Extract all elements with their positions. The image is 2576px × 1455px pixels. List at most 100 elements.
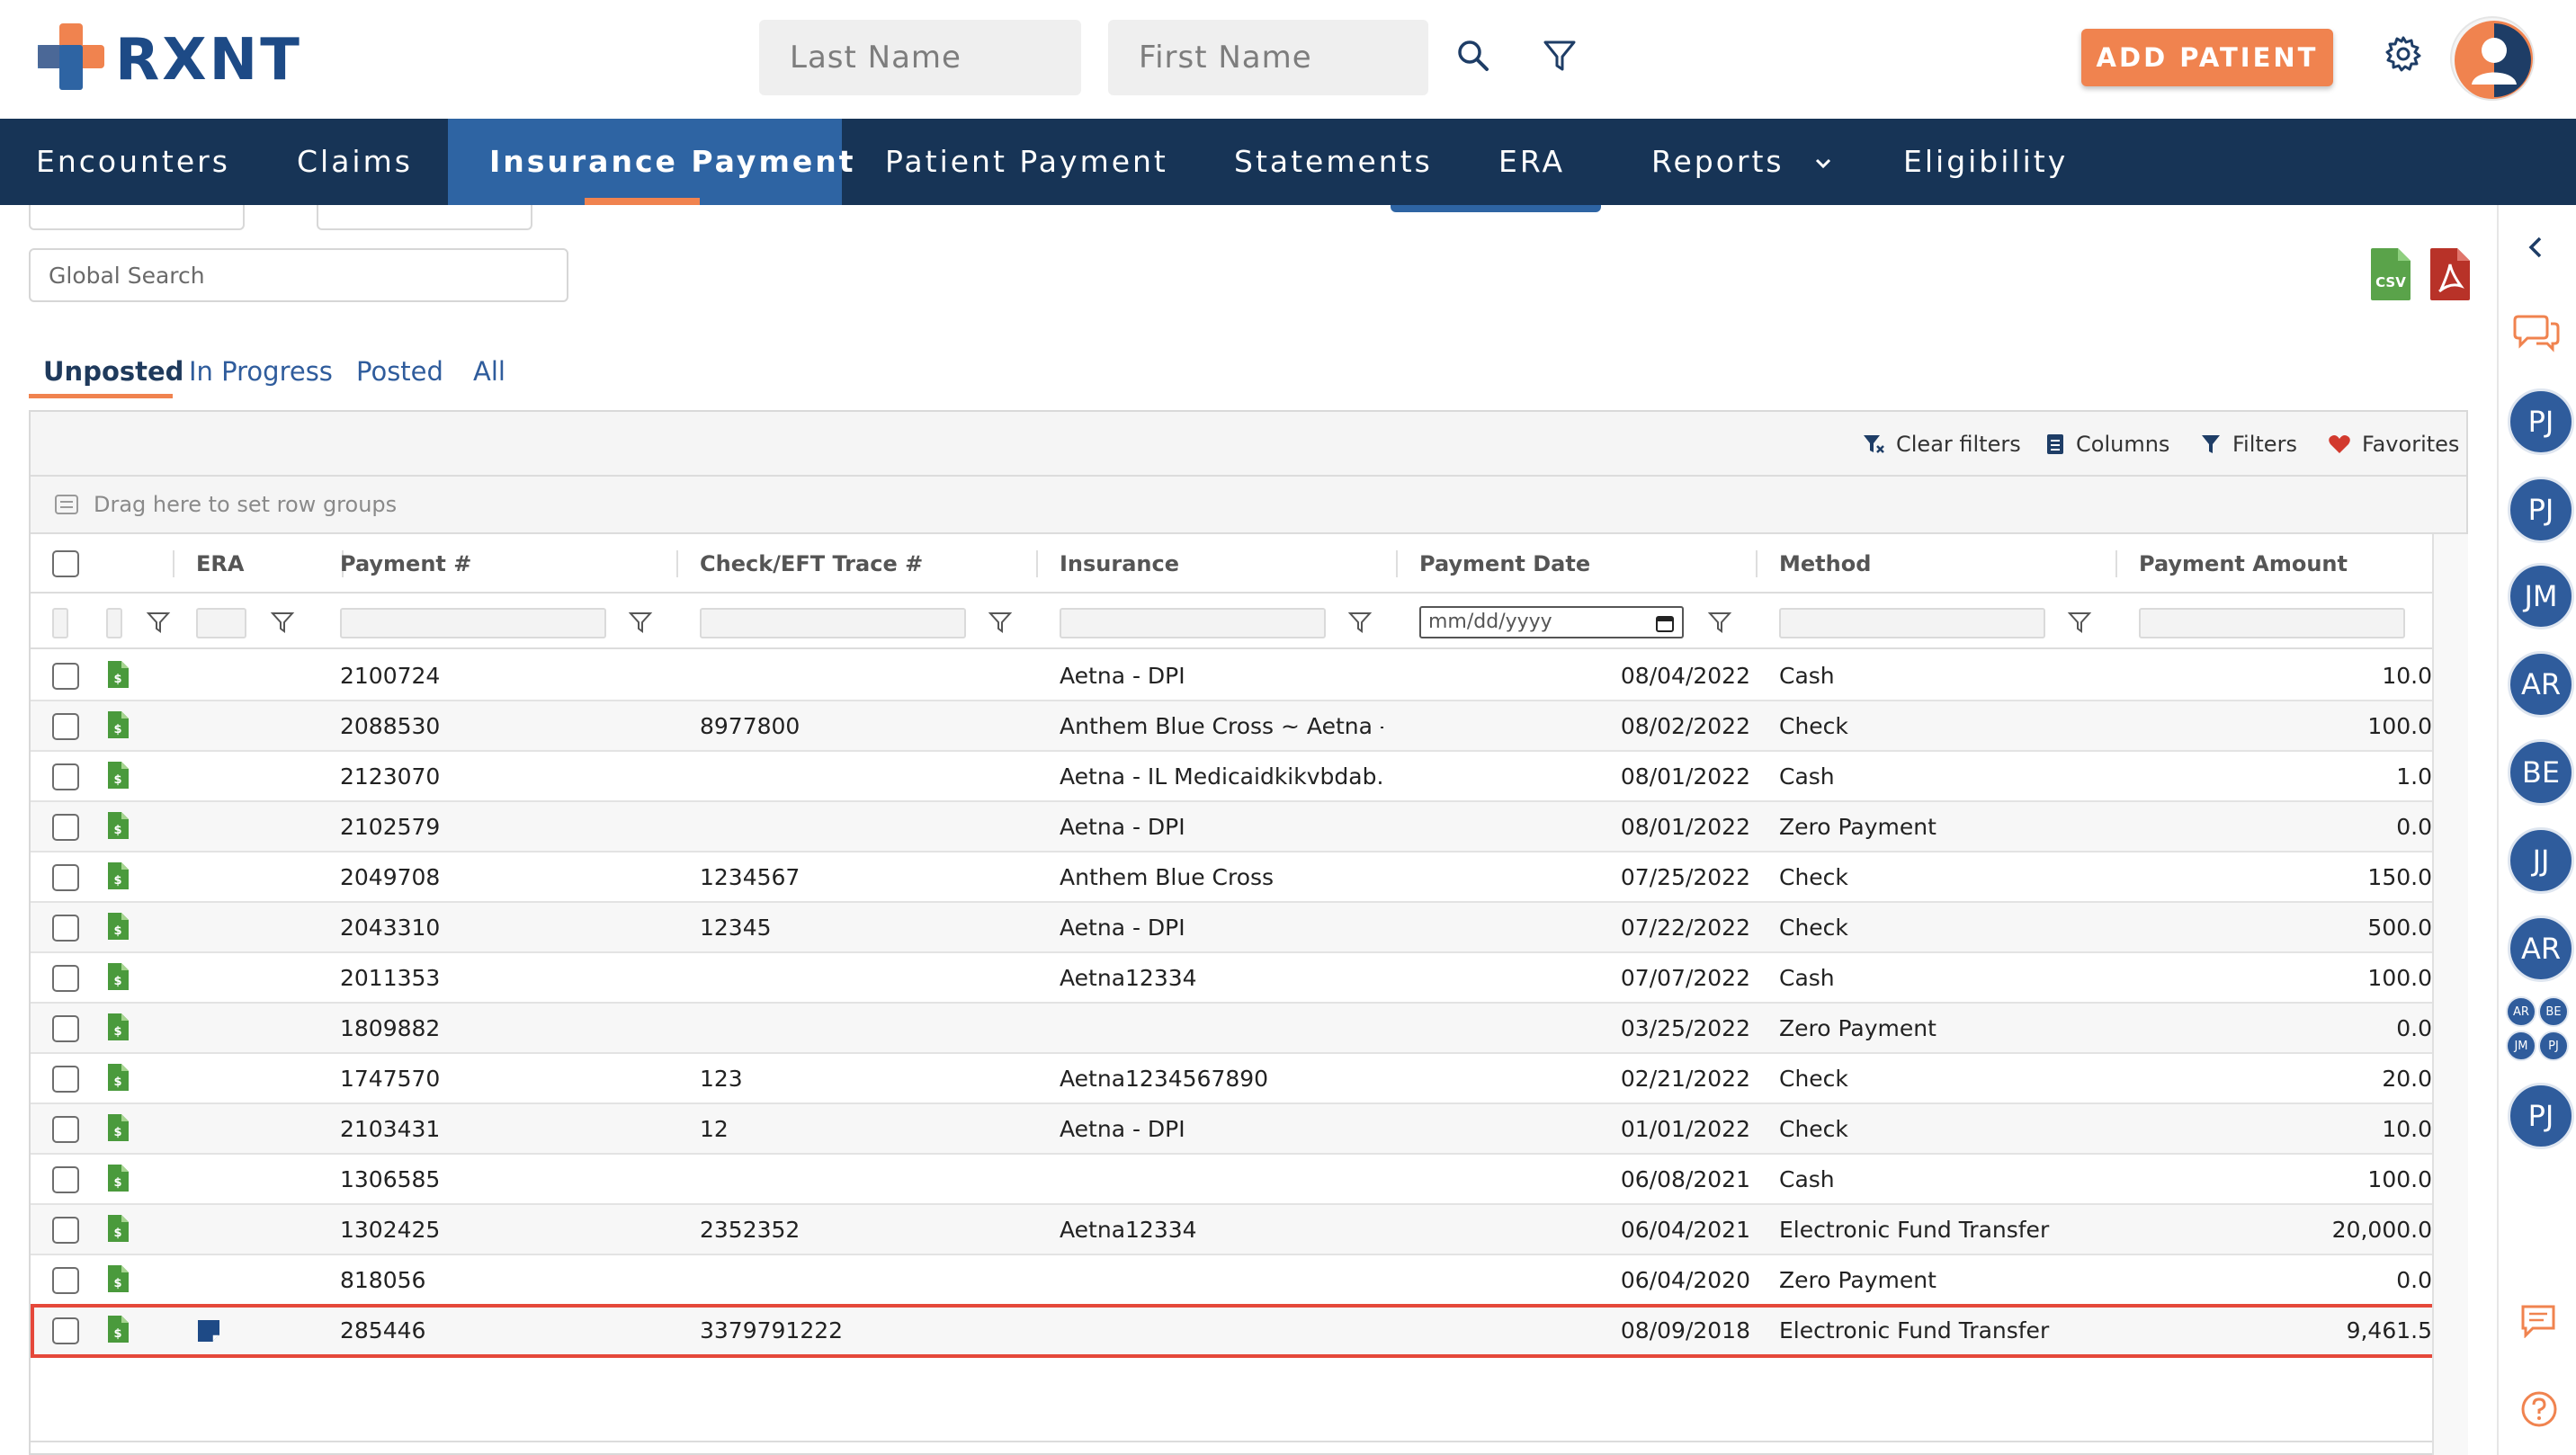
nav-claims[interactable]: Claims xyxy=(297,119,413,205)
method-filter-input[interactable] xyxy=(1779,608,2045,638)
table-row[interactable]: $2123070 Aetna - IL Medicaidkikvbdab... 08… xyxy=(31,752,2432,802)
table-row[interactable]: $2103431 12 Aetna - DPI 01/01/2022 Check 10.0 xyxy=(31,1104,2432,1155)
nav-patient-payment[interactable]: Patient Payment xyxy=(885,119,1168,205)
table-row[interactable]: $818056 06/04/2020 Zero Payment 0.0 xyxy=(31,1255,2432,1306)
payment-document-icon[interactable]: $ xyxy=(106,811,130,840)
column-filter-icon[interactable] xyxy=(270,610,295,635)
payment-document-icon[interactable]: $ xyxy=(106,1164,130,1192)
select-all-checkbox[interactable] xyxy=(52,550,79,577)
rxnt-logo[interactable]: RXNT xyxy=(38,23,308,95)
payment-document-icon[interactable]: $ xyxy=(106,761,130,790)
user-presence-avatar[interactable]: JM xyxy=(2508,563,2574,629)
table-row[interactable]: $2088530 8977800 Anthem Blue Cross ~ Aetna… xyxy=(31,701,2432,752)
payment-document-icon[interactable]: $ xyxy=(106,861,130,890)
checkbox-col-filter[interactable] xyxy=(52,608,68,638)
payment-document-icon[interactable]: $ xyxy=(106,660,130,689)
row-checkbox[interactable] xyxy=(52,965,79,992)
nav-encounters[interactable]: Encounters xyxy=(36,119,230,205)
search-button-stub[interactable] xyxy=(1391,205,1601,212)
payment-document-icon[interactable]: $ xyxy=(106,1113,130,1142)
clear-filters-button[interactable]: Clear filters xyxy=(1862,412,2021,477)
user-presence-avatar[interactable]: PJ xyxy=(2508,388,2574,455)
table-row[interactable]: $2043310 12345 Aetna - DPI 07/22/2022 Check 5… xyxy=(31,903,2432,953)
row-checkbox[interactable] xyxy=(52,1166,79,1193)
mini-presence-avatar[interactable]: BE xyxy=(2538,996,2569,1027)
row-checkbox[interactable] xyxy=(52,814,79,841)
nav-era[interactable]: ERA xyxy=(1498,119,1565,205)
global-search-input[interactable] xyxy=(29,248,568,302)
row-checkbox[interactable] xyxy=(52,1317,79,1344)
mini-presence-avatar[interactable]: AR xyxy=(2506,996,2536,1027)
column-filter-icon[interactable] xyxy=(988,610,1013,635)
col-insurance-header[interactable]: Insurance xyxy=(1060,534,1179,594)
doc-col-filter[interactable] xyxy=(106,608,122,638)
user-presence-avatar[interactable]: AR xyxy=(2508,651,2574,718)
payment-date-filter-input[interactable]: mm/dd/yyyy xyxy=(1419,606,1684,638)
row-checkbox[interactable] xyxy=(52,864,79,891)
row-checkbox[interactable] xyxy=(52,1015,79,1042)
check-trace-filter-input[interactable] xyxy=(700,608,966,638)
search-icon[interactable] xyxy=(1450,32,1497,79)
user-avatar[interactable] xyxy=(2450,16,2535,101)
filter-icon[interactable] xyxy=(1536,32,1583,79)
payment-document-icon[interactable]: $ xyxy=(106,962,130,991)
settings-gear-icon[interactable] xyxy=(2380,31,2427,77)
pdf-export-icon[interactable] xyxy=(2428,246,2472,302)
payment-document-icon[interactable]: $ xyxy=(106,1013,130,1041)
tab-posted[interactable]: Posted xyxy=(356,356,443,387)
col-payment-no-header[interactable]: Payment # xyxy=(340,534,471,594)
mini-presence-avatar[interactable]: JM xyxy=(2506,1031,2536,1061)
col-era-header[interactable]: ERA xyxy=(196,534,244,594)
help-question-icon[interactable] xyxy=(2520,1390,2558,1428)
table-row[interactable]: $285446 3379791222 08/09/2018 Electronic Fu… xyxy=(31,1306,2432,1356)
message-icon[interactable] xyxy=(2520,1304,2556,1338)
payment-document-icon[interactable]: $ xyxy=(106,912,130,941)
filters-button[interactable]: Filters xyxy=(2200,412,2297,477)
columns-button[interactable]: Columns xyxy=(2045,412,2169,477)
first-name-input[interactable] xyxy=(1108,20,1428,95)
favorites-button[interactable]: Favorites xyxy=(2328,412,2459,477)
amount-filter-input[interactable] xyxy=(2139,608,2405,638)
nav-reports[interactable]: Reports xyxy=(1651,119,1834,205)
row-checkbox[interactable] xyxy=(52,663,79,690)
date-to-input[interactable] xyxy=(317,205,532,230)
grid-vertical-scrollbar[interactable] xyxy=(2432,534,2468,1455)
column-filter-icon[interactable] xyxy=(628,610,653,635)
column-filter-icon[interactable] xyxy=(146,610,171,635)
table-row[interactable]: $2100724 Aetna - DPI 08/04/2022 Cash 10.0 xyxy=(31,651,2432,701)
collapse-chevron-left-icon[interactable] xyxy=(2526,236,2545,259)
era-filter-input[interactable] xyxy=(196,608,246,638)
nav-insurance-payment[interactable]: Insurance Payment xyxy=(448,119,853,205)
column-filter-icon[interactable] xyxy=(1347,610,1373,635)
user-presence-avatar[interactable]: PJ xyxy=(2508,1083,2574,1149)
row-checkbox[interactable] xyxy=(52,915,79,942)
row-checkbox[interactable] xyxy=(52,763,79,790)
user-presence-avatar[interactable]: PJ xyxy=(2508,477,2574,543)
tab-unposted[interactable]: Unposted xyxy=(43,356,183,387)
insurance-filter-input[interactable] xyxy=(1060,608,1326,638)
table-row[interactable]: $1747570 123 Aetna1234567890 02/21/2022 Chec… xyxy=(31,1054,2432,1104)
col-check-trace-header[interactable]: Check/EFT Trace # xyxy=(700,534,923,594)
table-row[interactable]: $1302425 2352352 Aetna12334 06/04/2021 Elect… xyxy=(31,1205,2432,1255)
chat-bubbles-icon[interactable] xyxy=(2513,311,2560,354)
row-checkbox[interactable] xyxy=(52,1217,79,1244)
payment-document-icon[interactable]: $ xyxy=(106,1264,130,1293)
nav-eligibility[interactable]: Eligibility xyxy=(1903,119,2068,205)
add-patient-button[interactable]: ADD PATIENT xyxy=(2081,29,2333,86)
payment-document-icon[interactable]: $ xyxy=(106,1315,130,1343)
date-from-input[interactable] xyxy=(29,205,245,230)
mini-presence-avatar[interactable]: PJ xyxy=(2538,1031,2569,1061)
table-row[interactable]: $2049708 1234567 Anthem Blue Cross 07/25/20… xyxy=(31,852,2432,903)
tab-in-progress[interactable]: In Progress xyxy=(189,356,333,387)
row-checkbox[interactable] xyxy=(52,1116,79,1143)
user-presence-avatar[interactable]: BE xyxy=(2508,739,2574,806)
user-presence-avatar[interactable]: JJ xyxy=(2508,827,2574,894)
calendar-icon[interactable] xyxy=(1655,613,1675,633)
table-row[interactable]: $1306585 06/08/2021 Cash 100.0 xyxy=(31,1155,2432,1205)
last-name-input[interactable] xyxy=(759,20,1081,95)
column-filter-icon[interactable] xyxy=(1707,610,1732,635)
row-checkbox[interactable] xyxy=(52,713,79,740)
payment-no-filter-input[interactable] xyxy=(340,608,606,638)
col-payment-date-header[interactable]: Payment Date xyxy=(1419,534,1590,594)
payment-document-icon[interactable]: $ xyxy=(106,1063,130,1092)
